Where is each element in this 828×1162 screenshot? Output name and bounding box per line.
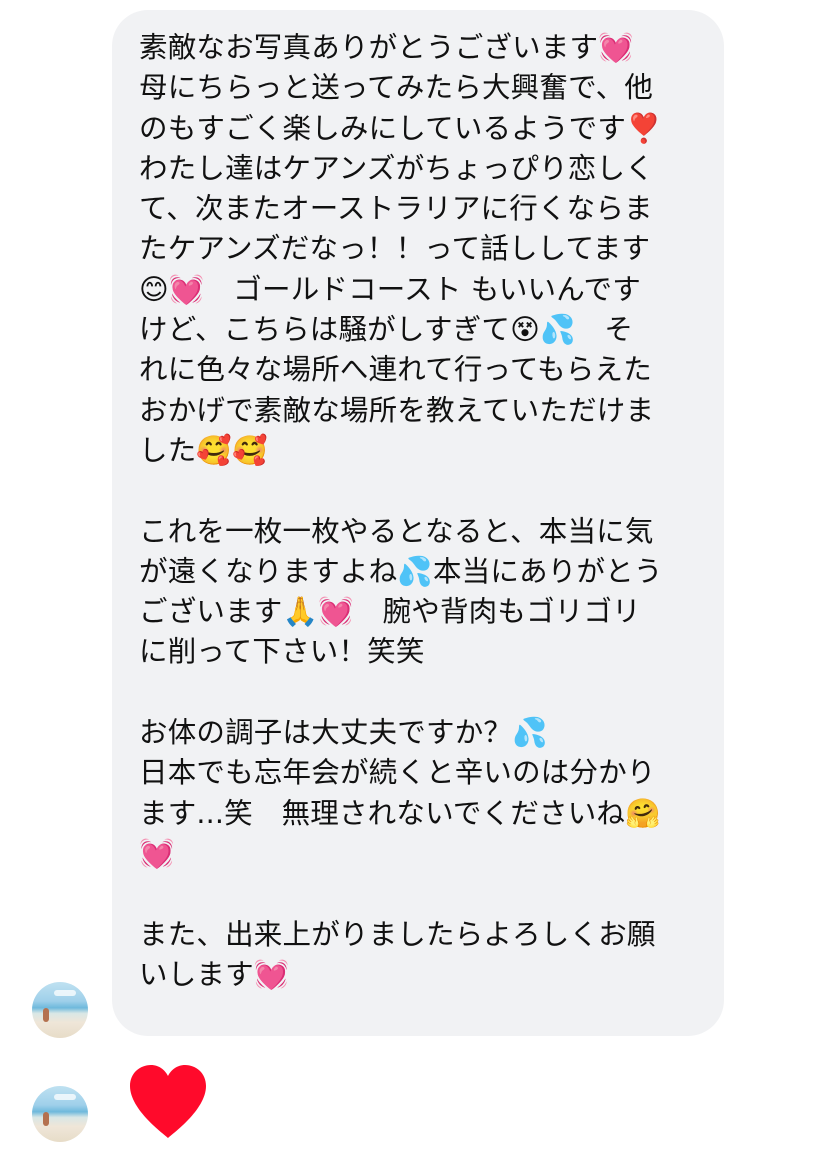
- avatar-person-shape: [43, 1008, 49, 1022]
- message-text: 素敵なお写真ありがとうございます💓 母にちらっと送ってみたら大興奮で、他 のもす…: [139, 31, 663, 991]
- avatar-person-shape: [43, 1112, 49, 1126]
- sender-avatar[interactable]: [32, 982, 88, 1038]
- heart-icon: [130, 1065, 206, 1138]
- heart-reaction[interactable]: [128, 1064, 208, 1140]
- sender-avatar[interactable]: [32, 1086, 88, 1142]
- avatar-cloud-shape: [54, 990, 76, 996]
- message-bubble[interactable]: 素敵なお写真ありがとうございます💓 母にちらっと送ってみたら大興奮で、他 のもす…: [112, 10, 724, 1036]
- avatar-cloud-shape: [54, 1094, 76, 1100]
